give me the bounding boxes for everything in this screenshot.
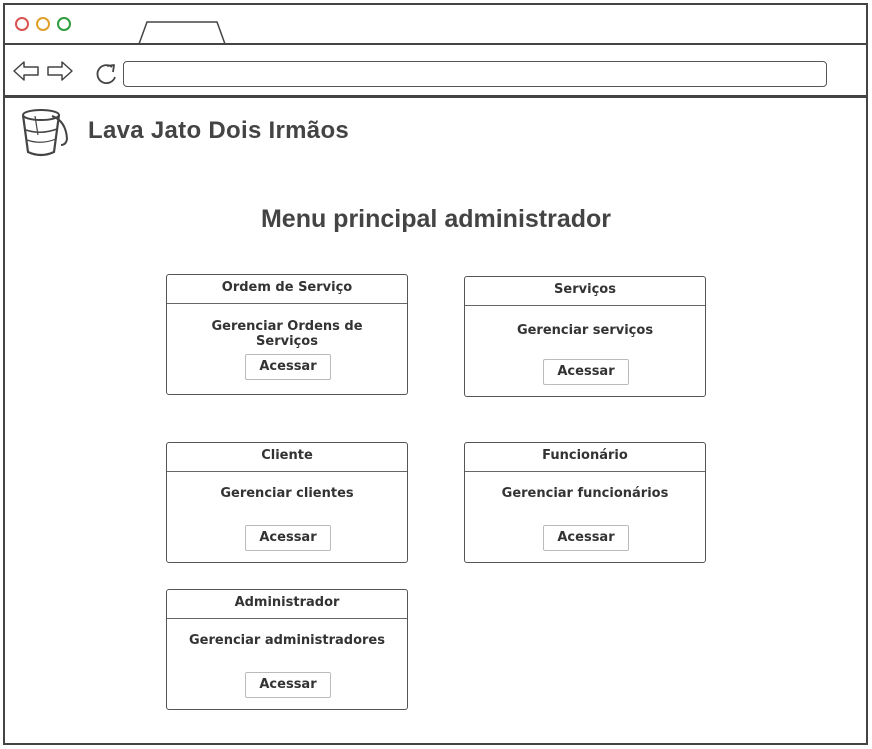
card-administrador: Administrador Gerenciar administradores … (166, 589, 408, 710)
close-window-button[interactable] (15, 17, 29, 31)
card-title: Administrador (167, 590, 407, 619)
acessar-servicos-button[interactable]: Acessar (543, 359, 629, 385)
card-description: Gerenciar Ordens de Serviços (211, 319, 363, 349)
back-arrow-icon[interactable] (11, 59, 41, 83)
reload-icon[interactable] (93, 61, 121, 87)
address-bar-input[interactable] (123, 61, 827, 87)
browser-titlebar (5, 5, 866, 45)
card-description: Gerenciar administradores (189, 633, 385, 648)
card-servicos: Serviços Gerenciar serviços Acessar (464, 276, 706, 397)
acessar-administrador-button[interactable]: Acessar (245, 672, 331, 698)
acessar-funcionario-button[interactable]: Acessar (543, 525, 629, 551)
browser-toolbar (5, 45, 866, 98)
card-description: Gerenciar clientes (220, 486, 354, 501)
app-title: Lava Jato Dois Irmãos (88, 117, 350, 144)
bucket-icon (21, 109, 69, 157)
card-title: Cliente (167, 443, 407, 472)
acessar-ordem-de-servico-button[interactable]: Acessar (245, 354, 331, 380)
card-description: Gerenciar funcionários (501, 486, 669, 501)
card-title: Serviços (465, 277, 705, 306)
page-title: Menu principal administrador (260, 205, 612, 233)
card-title: Ordem de Serviço (167, 275, 407, 304)
card-funcionario: Funcionário Gerenciar funcionários Acess… (464, 442, 706, 563)
maximize-window-button[interactable] (57, 17, 71, 31)
card-title: Funcionário (465, 443, 705, 472)
card-description: Gerenciar serviços (516, 323, 654, 338)
card-cliente: Cliente Gerenciar clientes Acessar (166, 442, 408, 563)
browser-window (3, 3, 868, 745)
card-ordem-de-servico: Ordem de Serviço Gerenciar Ordens de Ser… (166, 274, 408, 395)
acessar-cliente-button[interactable]: Acessar (245, 525, 331, 551)
forward-arrow-icon[interactable] (45, 59, 75, 83)
minimize-window-button[interactable] (36, 17, 50, 31)
browser-tab[interactable] (137, 20, 229, 45)
